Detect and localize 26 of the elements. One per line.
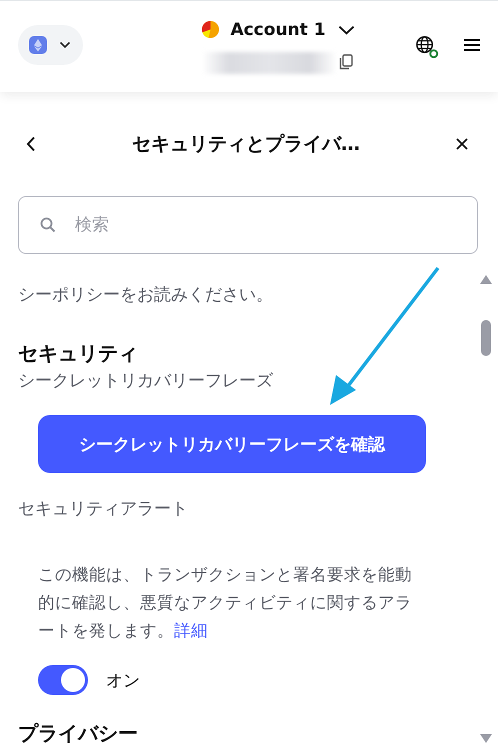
page-title: セキュリティとプライバ… xyxy=(132,132,360,157)
section-heading: プライバシー xyxy=(18,720,139,747)
toggle-switch[interactable] xyxy=(38,665,88,695)
ethereum-icon xyxy=(29,36,47,54)
reveal-phrase-button[interactable]: シークレットリカバリーフレーズを確認 xyxy=(38,415,426,473)
scrollbar-thumb[interactable] xyxy=(481,320,491,356)
setting-label: セキュリティアラート xyxy=(18,498,189,521)
menu-icon[interactable] xyxy=(464,38,480,50)
setting-label: シークレットリカバリーフレーズ xyxy=(18,370,274,393)
network-selector[interactable] xyxy=(18,24,83,64)
scroll-down-icon[interactable] xyxy=(480,734,492,743)
copy-icon[interactable] xyxy=(339,54,354,70)
account-menu-button[interactable]: Account 1 xyxy=(201,20,355,40)
search-field[interactable]: 検索 xyxy=(18,196,478,254)
back-icon[interactable] xyxy=(26,136,36,152)
close-icon[interactable] xyxy=(456,138,468,150)
description-text: この機能は、トランザクションと署名要求を能動的に確認し、悪質なアクティビティに関するアラートを発します。詳細 xyxy=(38,564,413,642)
section-heading: セキュリティ xyxy=(18,340,139,367)
globe-icon[interactable] xyxy=(414,35,440,60)
learn-more-link[interactable]: 詳細 xyxy=(174,621,208,640)
chevron-down-icon xyxy=(59,40,71,48)
toggle-label: オン xyxy=(106,670,140,692)
scroll-up-icon[interactable] xyxy=(480,275,492,284)
account-avatar-icon xyxy=(201,20,220,39)
chevron-down-icon xyxy=(338,24,355,34)
paragraph-text: シーポリシーをお読みください。 xyxy=(18,284,274,307)
